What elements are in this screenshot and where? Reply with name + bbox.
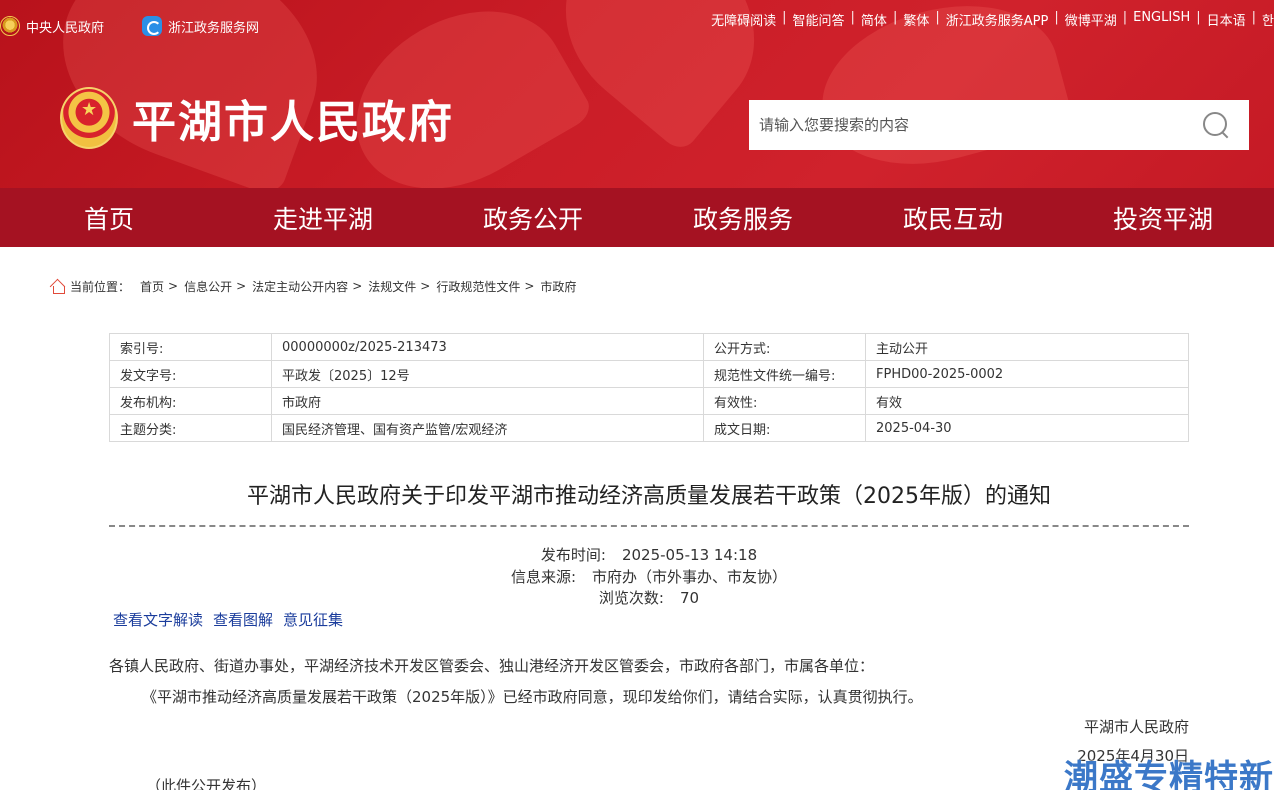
- breadcrumb: 当前位置： 首页 > 信息公开 > 法定主动公开内容 > 法规文件 > 行政规范性文件 >…: [50, 276, 580, 296]
- link-korean[interactable]: 한: [1262, 10, 1274, 29]
- link-english[interactable]: ENGLISH: [1133, 10, 1190, 29]
- source-row: 信息来源: 市府办（市外事办、市友协）: [409, 567, 889, 589]
- meta-key: 规范性文件统一编号:: [703, 360, 866, 388]
- meta-key: 发文字号:: [109, 360, 272, 388]
- article-body: 《平湖市推动经济高质量发展若干政策（2025年版）》已经市政府同意，现印发给你们…: [142, 688, 923, 706]
- breadcrumb-item[interactable]: 首页: [140, 278, 164, 295]
- table-row: 主题分类: 国民经济管理、国有资产监管/宏观经济 成文日期: 2025-04-3…: [109, 414, 1189, 442]
- link-zhejiang-app[interactable]: 浙江政务服务APP: [946, 10, 1049, 29]
- link-traditional[interactable]: 繁体: [903, 10, 929, 29]
- meta-key: 公开方式:: [703, 333, 866, 361]
- link-weibo[interactable]: 微博平湖: [1065, 10, 1117, 29]
- meta-value: 有效: [865, 387, 1189, 415]
- nav-item-interaction[interactable]: 政民互动: [848, 188, 1058, 247]
- link-opinion-collection[interactable]: 意见征集: [283, 609, 343, 630]
- meta-value: 市政府: [271, 387, 704, 415]
- table-row: 索引号: 00000000z/2025-213473 公开方式: 主动公开: [109, 333, 1189, 361]
- publish-time-row: 发布时间: 2025-05-13 14:18: [409, 545, 889, 567]
- views-label: 浏览次数:: [598, 589, 664, 607]
- link-central-government[interactable]: 中央人民政府: [0, 16, 104, 36]
- topbar-left-links: 中央人民政府 浙江政务服务网: [0, 14, 297, 38]
- breadcrumb-item[interactable]: 法定主动公开内容: [252, 278, 348, 295]
- zhejiang-service-icon: [142, 16, 163, 36]
- publish-time-label: 发布时间:: [540, 546, 606, 564]
- document-meta-table: 索引号: 00000000z/2025-213473 公开方式: 主动公开 发文…: [109, 333, 1189, 442]
- national-emblem-icon: [0, 16, 20, 36]
- site-title: 平湖市人民政府: [132, 97, 454, 148]
- nav-item-about[interactable]: 走进平湖: [218, 188, 428, 247]
- nav-item-investment[interactable]: 投资平湖: [1058, 188, 1268, 247]
- meta-value: 主动公开: [865, 333, 1189, 361]
- topbar-right-links: 无障碍阅读 | 智能问答 | 简体 | 繁体 | 浙江政务服务APP | 微博平湖 | EN…: [711, 10, 1274, 29]
- source-value: 市府办（市外事办、市友协）: [592, 567, 788, 586]
- search-input[interactable]: [749, 100, 1203, 150]
- link-label: 中央人民政府: [26, 20, 105, 36]
- watermark: 潮盛专精特新: [1064, 758, 1274, 790]
- meta-key: 发布机构:: [109, 387, 272, 415]
- link-japanese[interactable]: 日本语: [1207, 10, 1246, 29]
- link-accessibility[interactable]: 无障碍阅读: [711, 10, 776, 29]
- breadcrumb-label: 当前位置：: [70, 279, 131, 294]
- source-label: 信息来源:: [510, 567, 577, 586]
- article-title: 平湖市人民政府关于印发平湖市推动经济高质量发展若干政策（2025年版）的通知: [247, 484, 1051, 509]
- meta-value: 国民经济管理、国有资产监管/宏观经济: [271, 414, 704, 442]
- home-icon: [50, 278, 66, 294]
- meta-key: 索引号:: [109, 333, 272, 361]
- breadcrumb-item[interactable]: 法规文件: [368, 278, 416, 295]
- title-divider: [109, 525, 1189, 527]
- link-smart-qa[interactable]: 智能问答: [793, 10, 845, 29]
- meta-value: FPHD00-2025-0002: [865, 360, 1189, 388]
- views-count: 70: [679, 589, 700, 607]
- site-header: 中央人民政府 浙江政务服务网 无障碍阅读 | 智能问答 | 简体 | 繁体 | 浙江政务…: [0, 0, 1274, 188]
- views-row: 浏览次数: 70: [409, 588, 889, 610]
- nav-item-home[interactable]: 首页: [0, 188, 218, 247]
- search-icon[interactable]: [1203, 112, 1229, 138]
- meta-key: 有效性:: [703, 387, 866, 415]
- meta-key: 成文日期:: [703, 414, 866, 442]
- meta-value: 00000000z/2025-213473: [271, 333, 704, 361]
- article-signature: 平湖市人民政府: [1083, 718, 1189, 736]
- publish-time: 2025-05-13 14:18: [621, 546, 758, 564]
- article-note: （此件公开发布）: [146, 777, 267, 790]
- breadcrumb-item[interactable]: 行政规范性文件: [436, 278, 520, 295]
- search-box: [749, 100, 1249, 150]
- meta-value: 平政发〔2025〕12号: [271, 360, 704, 388]
- article-recipients: 各镇人民政府、街道办事处，平湖经济技术开发区管委会、独山港经济开发区管委会，市政…: [109, 657, 875, 675]
- nav-item-services[interactable]: 政务服务: [638, 188, 848, 247]
- link-zhejiang-service[interactable]: 浙江政务服务网: [142, 16, 259, 36]
- table-row: 发布机构: 市政府 有效性: 有效: [109, 387, 1189, 415]
- nav-item-gov-affairs[interactable]: 政务公开: [428, 188, 638, 247]
- breadcrumb-item[interactable]: 信息公开: [184, 278, 232, 295]
- national-emblem-icon: [60, 87, 118, 149]
- meta-value: 2025-04-30: [865, 414, 1189, 442]
- link-graphic-interpretation[interactable]: 查看图解: [213, 609, 273, 630]
- article-links: 查看文字解读 查看图解 意见征集: [113, 609, 353, 630]
- link-text-interpretation[interactable]: 查看文字解读: [113, 609, 203, 630]
- publish-info: 发布时间: 2025-05-13 14:18 信息来源: 市府办（市外事办、市友协）…: [409, 545, 889, 610]
- site-logo[interactable]: 平湖市人民政府: [60, 86, 454, 150]
- table-row: 发文字号: 平政发〔2025〕12号 规范性文件统一编号: FPHD00-202…: [109, 360, 1189, 388]
- link-label: 浙江政务服务网: [168, 20, 260, 36]
- breadcrumb-item[interactable]: 市政府: [540, 278, 576, 295]
- link-simplified[interactable]: 简体: [861, 10, 887, 29]
- meta-key: 主题分类:: [109, 414, 272, 442]
- main-nav: 首页 走进平湖 政务公开 政务服务 政民互动 投资平湖: [0, 188, 1274, 247]
